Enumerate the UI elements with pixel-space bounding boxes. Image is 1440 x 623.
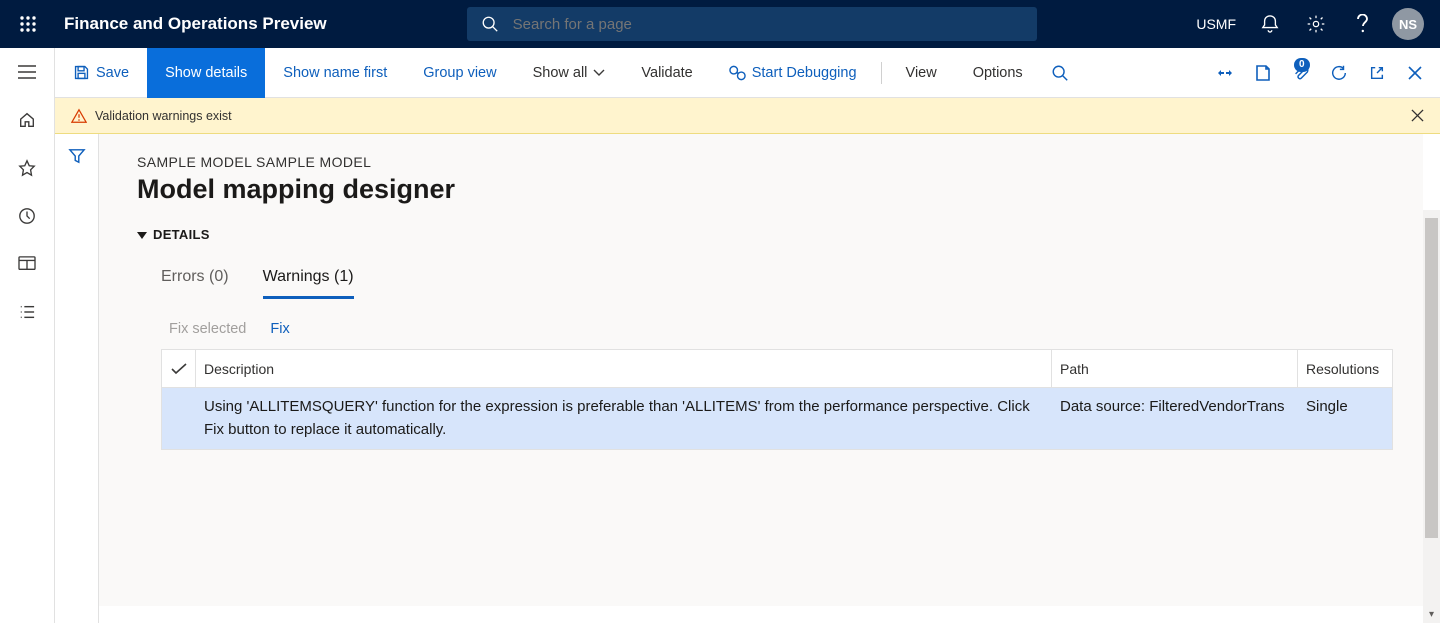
attachments-button[interactable]: 0 — [1282, 48, 1320, 98]
company-selector[interactable]: USMF — [1188, 16, 1244, 32]
scrollbar-thumb[interactable] — [1425, 218, 1438, 538]
page-options-icon[interactable] — [1244, 48, 1282, 98]
personalize-icon[interactable] — [1206, 48, 1244, 98]
show-details-label: Show details — [165, 65, 247, 81]
cell-path: Data source: FilteredVendorTrans — [1052, 396, 1298, 419]
workspaces-icon[interactable] — [0, 240, 55, 288]
popout-icon[interactable] — [1358, 48, 1396, 98]
start-debugging-label: Start Debugging — [752, 65, 857, 81]
show-all-label: Show all — [533, 65, 588, 81]
separator — [881, 62, 882, 84]
search-box[interactable] — [467, 7, 1037, 41]
show-name-first-label: Show name first — [283, 65, 387, 81]
waffle-launcher-icon[interactable] — [12, 16, 44, 32]
col-header-description[interactable]: Description — [196, 350, 1052, 387]
details-section-toggle[interactable]: DETAILS — [137, 227, 1393, 242]
show-details-button[interactable]: Show details — [147, 48, 265, 98]
scrollbar-down-arrow[interactable]: ▾ — [1423, 606, 1440, 623]
attachments-count-badge: 0 — [1294, 58, 1310, 72]
chevron-down-icon — [593, 69, 605, 77]
warning-triangle-icon — [71, 108, 87, 124]
cell-description: Using 'ALLITEMSQUERY' function for the e… — [196, 396, 1052, 441]
debug-icon — [729, 65, 746, 81]
user-avatar[interactable]: NS — [1388, 0, 1428, 48]
details-section-label: DETAILS — [153, 227, 210, 242]
warning-banner: Validation warnings exist — [55, 98, 1440, 134]
avatar-initials: NS — [1392, 8, 1424, 40]
close-icon[interactable] — [1396, 48, 1434, 98]
notifications-icon[interactable] — [1250, 0, 1290, 48]
validate-button[interactable]: Validate — [623, 48, 710, 98]
home-icon[interactable] — [0, 96, 55, 144]
banner-close-icon[interactable] — [1411, 109, 1424, 122]
collapse-caret-icon — [137, 230, 147, 240]
warning-banner-text: Validation warnings exist — [95, 109, 232, 123]
validate-label: Validate — [641, 65, 692, 81]
refresh-icon[interactable] — [1320, 48, 1358, 98]
fix-selected-button: Fix selected — [169, 321, 246, 337]
options-label: Options — [973, 65, 1023, 81]
modules-icon[interactable] — [0, 288, 55, 336]
app-title: Finance and Operations Preview — [64, 14, 327, 34]
cell-resolutions: Single — [1298, 396, 1392, 419]
tab-errors[interactable]: Errors (0) — [161, 260, 229, 299]
find-icon[interactable] — [1041, 48, 1079, 98]
gear-icon[interactable] — [1296, 0, 1336, 48]
fix-button[interactable]: Fix — [270, 321, 289, 337]
save-button[interactable]: Save — [55, 48, 147, 98]
search-icon — [481, 15, 499, 33]
view-label: View — [906, 65, 937, 81]
group-view-button[interactable]: Group view — [405, 48, 514, 98]
group-view-label: Group view — [423, 65, 496, 81]
vertical-scrollbar[interactable]: ▾ — [1423, 210, 1440, 623]
help-icon[interactable] — [1342, 0, 1382, 48]
page-title: Model mapping designer — [137, 174, 1393, 205]
show-name-first-button[interactable]: Show name first — [265, 48, 405, 98]
breadcrumb: SAMPLE MODEL SAMPLE MODEL — [137, 154, 1393, 170]
select-all-checkbox[interactable] — [162, 350, 196, 387]
col-header-resolutions[interactable]: Resolutions — [1298, 350, 1392, 387]
save-label: Save — [96, 65, 129, 81]
filter-funnel-icon[interactable] — [55, 134, 99, 178]
hamburger-icon[interactable] — [0, 48, 55, 96]
start-debugging-button[interactable]: Start Debugging — [711, 48, 875, 98]
table-row[interactable]: Using 'ALLITEMSQUERY' function for the e… — [162, 388, 1392, 449]
col-header-path[interactable]: Path — [1052, 350, 1298, 387]
save-icon — [73, 64, 90, 81]
recent-icon[interactable] — [0, 192, 55, 240]
show-all-dropdown[interactable]: Show all — [515, 48, 624, 98]
view-menu[interactable]: View — [888, 48, 955, 98]
tab-warnings[interactable]: Warnings (1) — [263, 260, 354, 299]
table-header: Description Path Resolutions — [162, 350, 1392, 388]
search-input[interactable] — [513, 16, 1023, 33]
options-menu[interactable]: Options — [955, 48, 1041, 98]
favorites-icon[interactable] — [0, 144, 55, 192]
